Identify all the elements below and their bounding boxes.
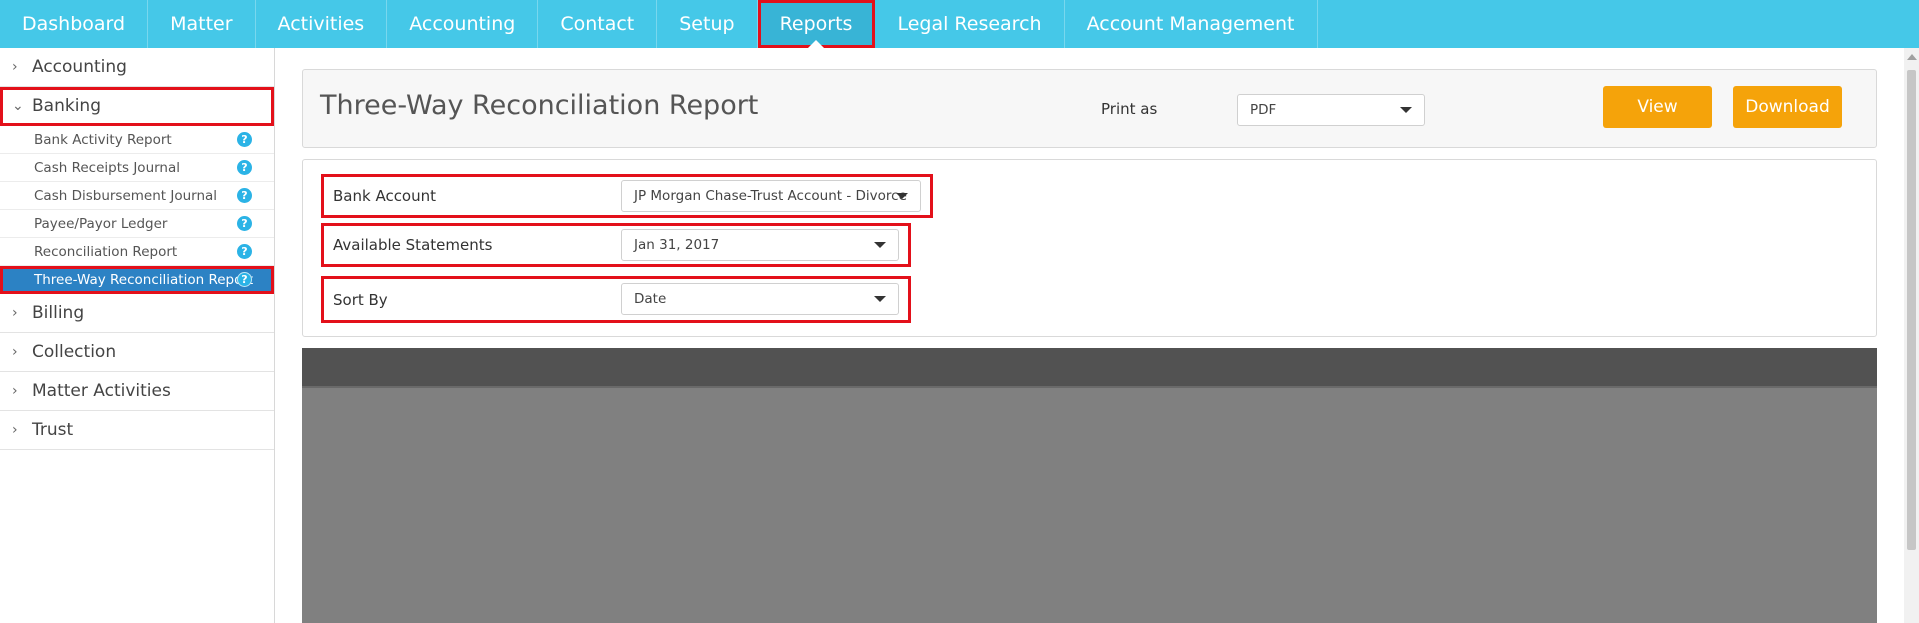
sidebar-category-label: Matter Activities <box>32 381 171 401</box>
report-filters-panel: Bank Account JP Morgan Chase-Trust Accou… <box>302 159 1877 337</box>
help-circle-icon[interactable]: ? <box>237 132 252 147</box>
chevron-down-icon: ⌄ <box>12 98 24 114</box>
chevron-right-icon: › <box>12 422 18 438</box>
help-circle-icon[interactable]: ? <box>237 160 252 175</box>
nav-legal-research[interactable]: Legal Research <box>875 0 1065 48</box>
available-statements-value: Jan 31, 2017 <box>634 237 720 253</box>
bank-account-value: JP Morgan Chase-Trust Account - Divorce <box>634 188 907 204</box>
page-scrollbar[interactable] <box>1904 48 1919 623</box>
help-circle-icon[interactable]: ? <box>237 216 252 231</box>
sidebar-category-label: Banking <box>32 96 101 116</box>
sidebar-category-collection[interactable]: › Collection <box>0 333 274 372</box>
download-button[interactable]: Download <box>1733 86 1842 128</box>
nav-account-management[interactable]: Account Management <box>1065 0 1318 48</box>
scroll-thumb[interactable] <box>1907 70 1916 550</box>
sidebar-item-label: Three-Way Reconciliation Report <box>34 271 254 288</box>
caret-down-icon <box>896 193 908 199</box>
caret-down-icon <box>874 242 886 248</box>
bank-account-row: Bank Account JP Morgan Chase-Trust Accou… <box>321 174 933 218</box>
sort-by-select[interactable]: Date <box>621 283 899 315</box>
sidebar-category-accounting[interactable]: › Accounting <box>0 48 274 87</box>
sidebar-item-label: Payee/Payor Ledger <box>34 215 168 232</box>
sidebar-category-billing[interactable]: › Billing <box>0 294 274 333</box>
nav-contact[interactable]: Contact <box>538 0 658 48</box>
available-statements-label: Available Statements <box>333 236 493 254</box>
nav-setup[interactable]: Setup <box>657 0 758 48</box>
available-statements-row: Available Statements Jan 31, 2017 <box>321 223 911 267</box>
caret-down-icon <box>874 296 886 302</box>
page-title: Three-Way Reconciliation Report <box>320 90 759 121</box>
print-as-label: Print as <box>1101 100 1158 118</box>
sidebar-item-reconciliation-report[interactable]: Reconciliation Report ? <box>0 238 274 266</box>
sidebar-category-label: Accounting <box>32 57 127 77</box>
reports-sidebar: › Accounting ⌄ Banking Bank Activity Rep… <box>0 48 275 623</box>
sidebar-category-banking[interactable]: ⌄ Banking <box>0 87 274 126</box>
bank-account-label: Bank Account <box>333 187 437 205</box>
sidebar-item-bank-activity-report[interactable]: Bank Activity Report ? <box>0 126 274 154</box>
caret-down-icon <box>1400 107 1412 113</box>
preview-toolbar <box>302 348 1877 388</box>
nav-matter[interactable]: Matter <box>148 0 256 48</box>
nav-accounting[interactable]: Accounting <box>387 0 539 48</box>
sidebar-item-payee-payor-ledger[interactable]: Payee/Payor Ledger ? <box>0 210 274 238</box>
nav-activities[interactable]: Activities <box>256 0 388 48</box>
nav-reports[interactable]: Reports <box>757 0 876 48</box>
sort-by-label: Sort By <box>333 290 388 309</box>
print-format-select[interactable]: PDF <box>1237 94 1425 126</box>
sidebar-item-label: Cash Receipts Journal <box>34 159 181 176</box>
chevron-right-icon: › <box>12 344 18 360</box>
sidebar-item-label: Cash Disbursement Journal <box>34 187 218 204</box>
bank-account-select[interactable]: JP Morgan Chase-Trust Account - Divorce <box>621 180 921 212</box>
sidebar-item-cash-receipts-journal[interactable]: Cash Receipts Journal ? <box>0 154 274 182</box>
view-button[interactable]: View <box>1603 86 1712 128</box>
sidebar-item-label: Reconciliation Report <box>34 243 178 260</box>
print-format-value: PDF <box>1250 102 1277 118</box>
help-circle-icon[interactable]: ? <box>237 272 252 287</box>
report-header-panel: Three-Way Reconciliation Report Print as… <box>302 69 1877 148</box>
sort-by-value: Date <box>634 291 667 307</box>
help-circle-icon[interactable]: ? <box>237 244 252 259</box>
top-nav: Dashboard Matter Activities Accounting C… <box>0 0 1919 48</box>
sidebar-category-label: Billing <box>32 303 85 323</box>
sidebar-category-label: Trust <box>32 420 74 440</box>
sidebar-item-label: Bank Activity Report <box>34 131 172 148</box>
sidebar-category-matter-activities[interactable]: › Matter Activities <box>0 372 274 411</box>
report-preview <box>302 348 1877 623</box>
sidebar-category-label: Collection <box>32 342 117 362</box>
sidebar-category-trust[interactable]: › Trust <box>0 411 274 450</box>
chevron-right-icon: › <box>12 383 18 399</box>
help-circle-icon[interactable]: ? <box>237 188 252 203</box>
sidebar-item-three-way-reconciliation-report[interactable]: Three-Way Reconciliation Report ? <box>0 266 274 294</box>
chevron-right-icon: › <box>12 59 18 75</box>
sidebar-item-cash-disbursement-journal[interactable]: Cash Disbursement Journal ? <box>0 182 274 210</box>
scroll-up-arrow-icon[interactable] <box>1907 54 1917 60</box>
sort-by-row: Sort By Date <box>321 276 911 323</box>
nav-dashboard[interactable]: Dashboard <box>0 0 149 48</box>
chevron-right-icon: › <box>12 305 18 321</box>
available-statements-select[interactable]: Jan 31, 2017 <box>621 229 899 261</box>
